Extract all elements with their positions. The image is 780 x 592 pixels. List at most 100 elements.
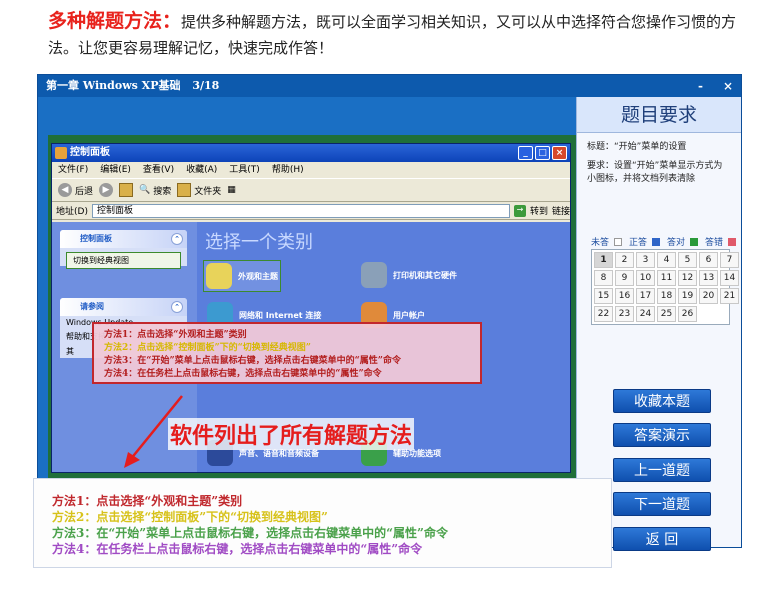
answer-demo-button[interactable]: 答案演示 <box>613 423 711 447</box>
menu-view[interactable]: 查看(V) <box>143 162 174 178</box>
legend-swatch <box>614 237 623 246</box>
menu-file[interactable]: 文件(F) <box>58 162 88 178</box>
method-4: 方法4：在任务栏上点击鼠标右键，选择点击右键菜单中的“属性”命令 <box>52 542 423 556</box>
question-number[interactable]: 23 <box>615 306 634 322</box>
popup-method-1: 方法1：点击选择“外观和主题”类别 <box>104 330 247 340</box>
xp-window-title: 控制面板 <box>70 147 110 158</box>
legend-right: 答对 <box>667 238 686 248</box>
menu-help[interactable]: 帮助(H) <box>272 162 304 178</box>
methods-popup: 方法1：点击选择“外观和主题”类别 方法2：点击选择“控制面板”下的“切换到经典… <box>92 322 482 384</box>
question-number[interactable]: 21 <box>720 288 739 304</box>
question-number[interactable]: 4 <box>657 252 676 268</box>
question-number[interactable]: 3 <box>636 252 655 268</box>
address-input[interactable]: 控制面板 <box>91 203 510 218</box>
links-label[interactable]: 链接 <box>552 204 570 217</box>
back-label: 后退 <box>75 186 94 197</box>
legend-wrong: 答错 <box>705 238 724 248</box>
address-bar: 地址(D) 控制面板 → 转到 链接 <box>52 202 570 220</box>
question-number[interactable]: 24 <box>636 306 655 322</box>
question-number[interactable]: 18 <box>657 288 676 304</box>
switch-classic-view-link[interactable]: 切换到经典视图 <box>66 252 181 269</box>
xp-minimize-button[interactable]: _ <box>518 146 533 160</box>
folders-button[interactable]: 文件夹 <box>177 183 221 197</box>
question-number[interactable]: 11 <box>657 270 676 286</box>
views-button[interactable]: ▦ <box>227 185 236 195</box>
question-number[interactable]: 8 <box>594 270 613 286</box>
question-heading: 题目要求 <box>577 97 741 133</box>
legend-swatch <box>728 237 737 246</box>
control-panel-icon <box>55 147 67 159</box>
question-number-grid: 1 2 3 4 5 6 7 8 9 10 11 12 13 14 15 16 1… <box>591 249 739 325</box>
legend-swatch <box>690 237 699 246</box>
category-label: 外观和主题 <box>238 271 278 281</box>
question-requirement: 要求：设置“开始”菜单显示方式为小图标，并将文档列表清除 <box>587 161 723 184</box>
question-number[interactable]: 22 <box>594 306 613 322</box>
question-number[interactable]: 10 <box>636 270 655 286</box>
collapse-icon[interactable]: ⌃ <box>171 233 183 245</box>
control-panel-task-box: 控制面板 ⌃ 切换到经典视图 <box>60 230 187 269</box>
question-number[interactable]: 7 <box>720 252 739 268</box>
favorite-question-button[interactable]: 收藏本题 <box>613 389 711 413</box>
question-number[interactable]: 12 <box>678 270 697 286</box>
legend-unanswered: 未答 <box>591 238 610 248</box>
return-button[interactable]: 返 回 <box>613 527 711 551</box>
forward-button[interactable]: ▶ <box>99 183 114 197</box>
next-question-button[interactable]: 下一道题 <box>613 492 711 516</box>
go-button[interactable]: 转到 <box>530 204 548 217</box>
menu-edit[interactable]: 编辑(E) <box>100 162 131 178</box>
category-printers[interactable]: 打印机和其它硬件 <box>361 262 457 288</box>
question-number[interactable]: 20 <box>699 288 718 304</box>
question-number[interactable]: 19 <box>678 288 697 304</box>
search-label: 搜索 <box>153 186 172 197</box>
task-box-header[interactable]: 控制面板 ⌃ <box>60 230 187 248</box>
appearance-icon <box>206 263 232 289</box>
previous-question-button[interactable]: 上一道题 <box>613 458 711 482</box>
back-button[interactable]: ◀ 后退 <box>58 183 93 197</box>
category-appearance[interactable]: 外观和主题 <box>203 260 281 292</box>
popup-method-3: 方法3：在“开始”菜单上点击鼠标右键，选择点击右键菜单中的“属性”命令 <box>104 356 401 366</box>
answer-legend: 未答 正答 答对 答错 <box>591 235 740 248</box>
go-arrow-icon[interactable]: → <box>513 204 526 217</box>
popup-method-2: 方法2：点击选择“控制面板”下的“切换到经典视图” <box>104 343 311 353</box>
folder-icon <box>177 183 192 197</box>
menu-favorites[interactable]: 收藏(A) <box>186 162 217 178</box>
search-button[interactable]: 🔍 搜索 <box>139 184 171 197</box>
question-number[interactable]: 1 <box>594 252 613 268</box>
callout-text: 软件列出了所有解题方法 <box>168 418 415 450</box>
intro-highlight: 多种解题方法： <box>48 10 182 32</box>
close-button[interactable]: × <box>723 75 733 97</box>
see-also-header[interactable]: 请参阅 ⌃ <box>60 298 187 316</box>
address-label: 地址(D) <box>56 207 88 217</box>
question-number[interactable]: 6 <box>699 252 718 268</box>
up-button[interactable] <box>119 183 134 197</box>
folder-label: 文件夹 <box>194 186 222 197</box>
xp-maximize-button[interactable]: □ <box>535 146 550 160</box>
forward-arrow-icon: ▶ <box>99 183 114 197</box>
question-number[interactable]: 16 <box>615 288 634 304</box>
question-number[interactable]: 17 <box>636 288 655 304</box>
question-number[interactable]: 13 <box>699 270 718 286</box>
method-2: 方法2：点击选择“控制面板”下的“切换到经典视图” <box>52 510 328 524</box>
collapse-icon[interactable]: ⌃ <box>171 301 183 313</box>
question-number[interactable]: 5 <box>678 252 697 268</box>
minimize-button[interactable]: - <box>698 75 703 97</box>
xp-titlebar: 控制面板 _ □ × <box>52 144 570 162</box>
xp-toolbar: ◀ 后退 ▶ 🔍 搜索 文件夹 ▦ <box>52 178 570 202</box>
task-box-title: 控制面板 <box>80 234 112 243</box>
question-number[interactable]: 9 <box>615 270 634 286</box>
printer-icon <box>361 262 387 288</box>
see-also-title: 请参阅 <box>80 302 104 311</box>
app-title: 第一章 Windows XP基础 <box>46 79 181 92</box>
question-number[interactable]: 26 <box>678 306 697 322</box>
xp-close-button[interactable]: × <box>552 146 567 160</box>
back-arrow-icon: ◀ <box>58 183 72 197</box>
question-number[interactable]: 14 <box>720 270 739 286</box>
search-icon: 🔍 <box>139 185 151 195</box>
menu-tools[interactable]: 工具(T) <box>229 162 260 178</box>
app-titlebar: 第一章 Windows XP基础 3/18 - × <box>38 75 741 97</box>
question-number[interactable]: 2 <box>615 252 634 268</box>
question-number[interactable]: 25 <box>657 306 676 322</box>
popup-method-4: 方法4：在任务栏上点击鼠标右键，选择点击右键菜单中的“属性”命令 <box>104 369 382 379</box>
question-number[interactable]: 15 <box>594 288 613 304</box>
views-icon: ▦ <box>227 185 236 195</box>
